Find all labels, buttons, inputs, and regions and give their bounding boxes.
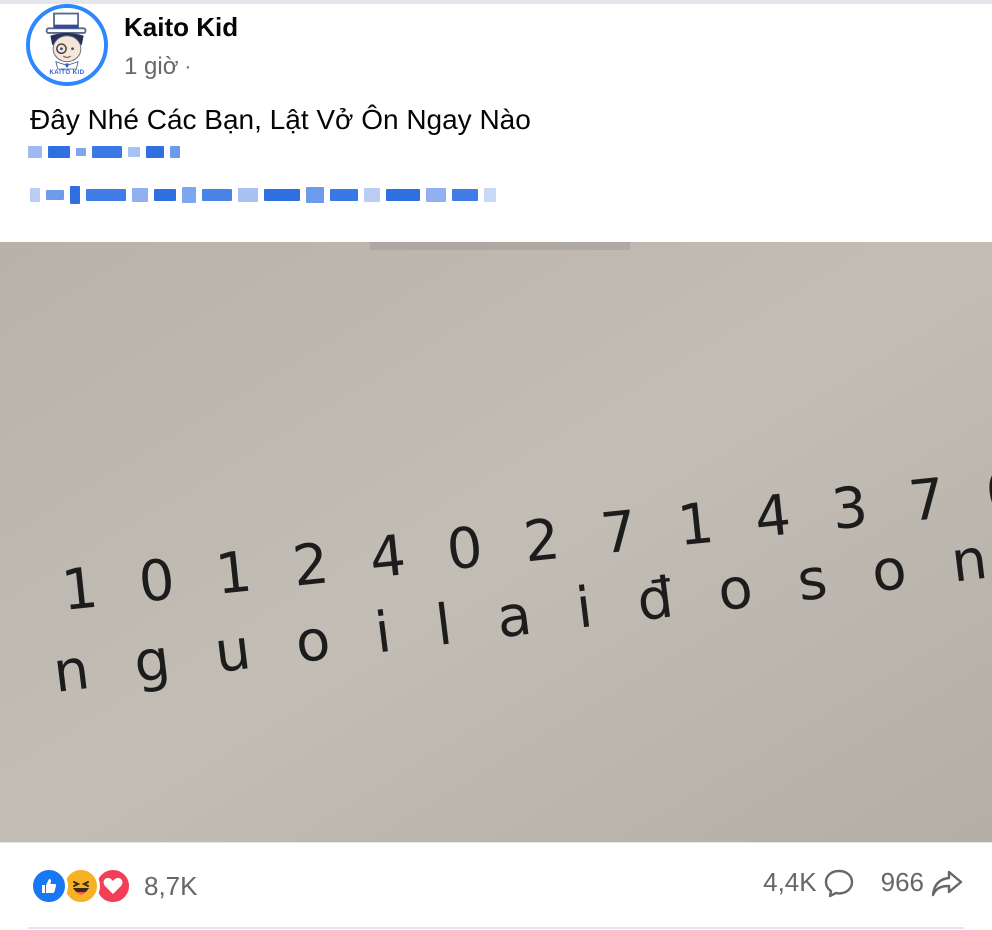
share-stat[interactable]: 966: [881, 867, 964, 898]
engagement-stats: 4,4K 966: [763, 867, 964, 898]
post-time-row: 1 giờ ·: [124, 53, 238, 81]
comment-icon: [824, 869, 853, 897]
censored-link-1[interactable]: [28, 146, 180, 158]
like-icon: [30, 867, 68, 905]
post-header: KAITO KID Kaito Kid 1 giờ ·: [26, 4, 238, 86]
share-count: 966: [880, 867, 924, 897]
post-timestamp[interactable]: 1 giờ: [124, 53, 178, 81]
reactions-summary[interactable]: 8,7K: [30, 867, 198, 905]
reaction-count: 8,7K: [144, 870, 198, 901]
author-avatar[interactable]: KAITO KID: [26, 4, 108, 86]
share-icon: [931, 870, 963, 896]
comment-stat[interactable]: 4,4K: [763, 867, 855, 898]
handwritten-note-image: 1 0 1 2 4 0 2 7 1 4 3 7 0 2 1 2 n g u o …: [0, 242, 992, 842]
post-meta: Kaito Kid 1 giờ ·: [124, 12, 238, 81]
post-caption: Đây Nhé Các Bạn, Lật Vở Ôn Ngay Nào: [30, 104, 531, 135]
avatar-caption: KAITO KID: [49, 70, 85, 76]
post-footer: 8,7K 4,4K 966: [0, 842, 992, 930]
author-name[interactable]: Kaito Kid: [124, 12, 238, 43]
comment-count: 4,4K: [763, 867, 817, 897]
time-separator: ·: [184, 56, 192, 78]
bottom-divider: [28, 927, 964, 929]
post-photo[interactable]: 1 0 1 2 4 0 2 7 1 4 3 7 0 2 1 2 n g u o …: [0, 242, 992, 842]
censored-link-2[interactable]: [30, 186, 496, 204]
